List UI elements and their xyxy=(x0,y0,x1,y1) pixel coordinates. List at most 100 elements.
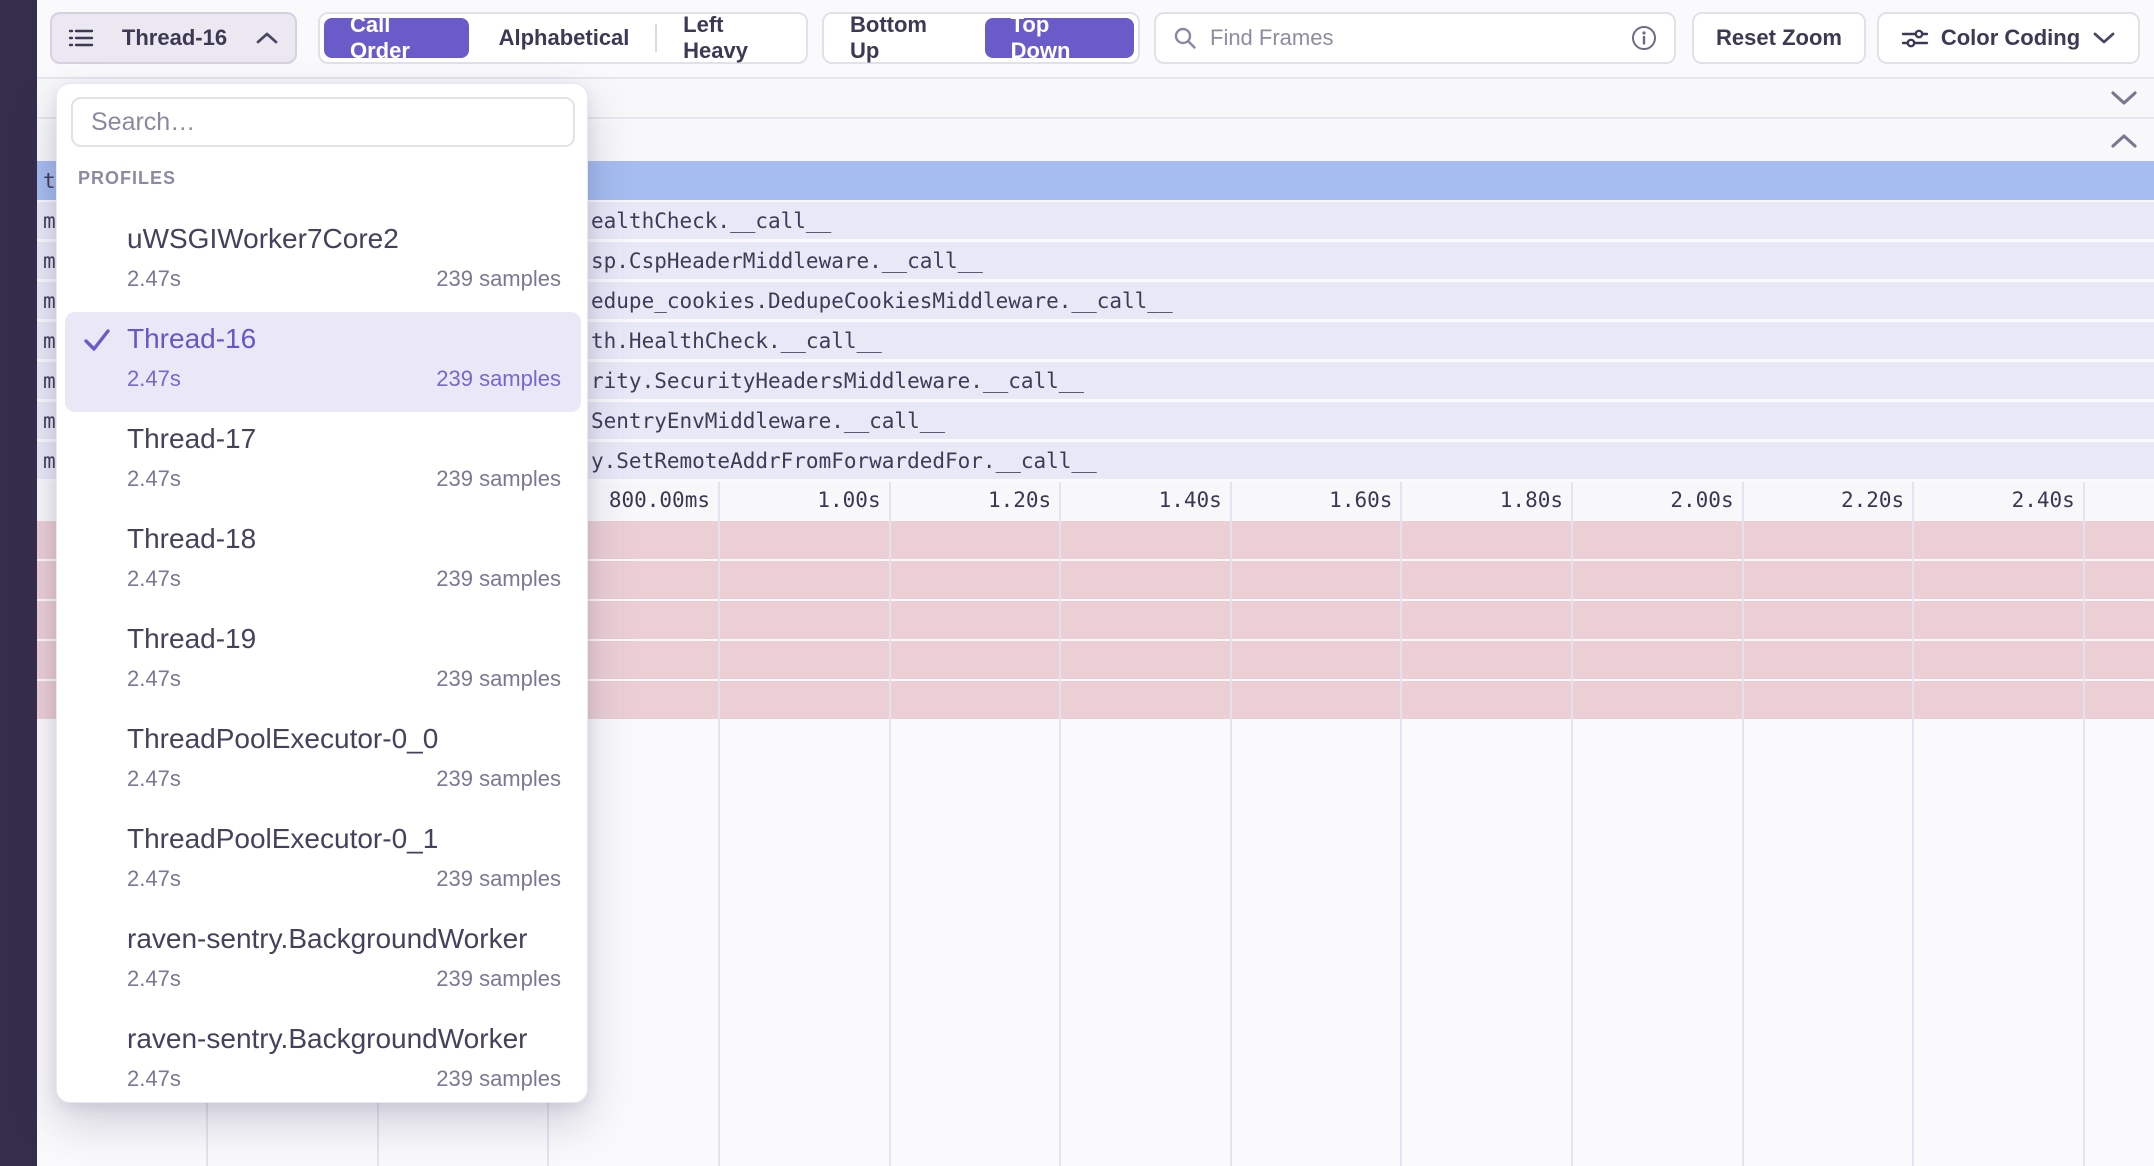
dropdown-search-input[interactable] xyxy=(91,108,555,137)
profile-duration: 2.47s xyxy=(127,366,181,392)
bottom-up-button[interactable]: Bottom Up xyxy=(824,14,981,62)
frame-text-fragment: t xyxy=(43,169,56,193)
gridline xyxy=(1059,482,1061,1166)
frame-text-fragment: m xyxy=(43,449,56,473)
axis-tick-label: 2.40s xyxy=(1915,488,2075,512)
profile-samples: 239 samples xyxy=(436,1066,561,1092)
sort-alphabetical-button[interactable]: Alphabetical xyxy=(473,14,656,62)
chevron-up-icon xyxy=(255,31,279,45)
frame-text-fragment: m xyxy=(43,249,56,273)
profile-item[interactable]: Thread-18 2.47s 239 samples xyxy=(65,512,581,612)
profile-duration: 2.47s xyxy=(127,466,181,492)
profile-name: Thread-18 xyxy=(127,522,561,556)
color-coding-label: Color Coding xyxy=(1941,25,2080,51)
direction-mode-group: Bottom Up Top Down xyxy=(822,12,1140,64)
axis-tick-label: 1.80s xyxy=(1403,488,1563,512)
profile-name: Thread-17 xyxy=(127,422,561,456)
frame-function-label: edupe_cookies.DedupeCookiesMiddleware.__… xyxy=(591,289,1173,313)
chevron-down-icon xyxy=(2092,31,2116,45)
profile-item[interactable]: raven-sentry.BackgroundWorker 2.47s 239 sa… xyxy=(65,912,581,1012)
top-down-button[interactable]: Top Down xyxy=(985,18,1134,58)
top-down-label: Top Down xyxy=(1011,12,1108,64)
chevron-up-icon[interactable] xyxy=(2110,133,2138,149)
profile-item[interactable]: Thread-19 2.47s 239 samples xyxy=(65,612,581,712)
reset-zoom-button[interactable]: Reset Zoom xyxy=(1692,12,1866,64)
profile-item[interactable]: raven-sentry.BackgroundWorker 2.47s 239 sa… xyxy=(65,1012,581,1112)
gridline xyxy=(1400,482,1402,1166)
search-icon xyxy=(1172,25,1198,51)
list-icon xyxy=(68,26,94,50)
checkmark-icon xyxy=(81,324,113,356)
gridline xyxy=(889,482,891,1166)
profile-name: raven-sentry.BackgroundWorker xyxy=(127,1022,561,1056)
gridline xyxy=(1742,482,1744,1166)
sort-call-order-button[interactable]: Call Order xyxy=(324,18,469,58)
axis-tick-label: 2.00s xyxy=(1574,488,1734,512)
profile-samples: 239 samples xyxy=(436,366,561,392)
frame-function-label: th.HealthCheck.__call__ xyxy=(591,329,882,353)
gridline xyxy=(2083,482,2085,1166)
frame-function-label: rity.SecurityHeadersMiddleware.__call__ xyxy=(591,369,1084,393)
bottom-up-label: Bottom Up xyxy=(850,12,955,64)
profile-name: raven-sentry.BackgroundWorker xyxy=(127,922,561,956)
profile-item[interactable]: ThreadPoolExecutor-0_1 2.47s 239 samples xyxy=(65,812,581,912)
frame-text-fragment: m xyxy=(43,209,56,233)
profile-duration: 2.47s xyxy=(127,866,181,892)
profile-duration: 2.47s xyxy=(127,266,181,292)
profile-samples: 239 samples xyxy=(436,666,561,692)
profile-duration: 2.47s xyxy=(127,766,181,792)
find-frames-input[interactable] xyxy=(1210,25,1630,51)
axis-tick-label: 1.20s xyxy=(891,488,1051,512)
profile-samples: 239 samples xyxy=(436,266,561,292)
info-icon[interactable] xyxy=(1630,24,1658,52)
dropdown-search-field[interactable] xyxy=(71,97,575,147)
gridline xyxy=(1571,482,1573,1166)
sort-alphabetical-label: Alphabetical xyxy=(499,25,630,51)
profile-duration: 2.47s xyxy=(127,966,181,992)
axis-tick-label: 1.60s xyxy=(1232,488,1392,512)
sort-call-order-label: Call Order xyxy=(350,12,443,64)
frame-function-label: SentryEnvMiddleware.__call__ xyxy=(591,409,945,433)
thread-selector-label: Thread-16 xyxy=(122,25,227,51)
reset-zoom-label: Reset Zoom xyxy=(1716,25,1842,51)
frame-function-label: ealthCheck.__call__ xyxy=(591,209,831,233)
profile-item[interactable]: Thread-17 2.47s 239 samples xyxy=(65,412,581,512)
thread-selector-button[interactable]: Thread-16 xyxy=(50,12,297,64)
find-frames-searchbox[interactable] xyxy=(1154,12,1676,64)
sliders-icon xyxy=(1901,26,1929,50)
toolbar: Thread-16 Call Order Alphabetical Left H… xyxy=(37,0,2154,76)
color-coding-button[interactable]: Color Coding xyxy=(1877,12,2140,64)
profile-item[interactable]: uWSGIWorker7Core2 2.47s 239 samples xyxy=(65,212,581,312)
frame-function-label: y.SetRemoteAddrFromForwardedFor.__call__ xyxy=(591,449,1097,473)
app-sidebar xyxy=(0,0,37,1166)
frame-function-label: sp.CspHeaderMiddleware.__call__ xyxy=(591,249,983,273)
profile-name: Thread-19 xyxy=(127,622,561,656)
profile-samples: 239 samples xyxy=(436,466,561,492)
gridline xyxy=(718,482,720,1166)
gridline xyxy=(1912,482,1914,1166)
profile-item[interactable]: ThreadPoolExecutor-0_0 2.47s 239 samples xyxy=(65,712,581,812)
profile-name: uWSGIWorker7Core2 xyxy=(127,222,561,256)
chevron-down-icon[interactable] xyxy=(2110,90,2138,106)
profile-samples: 239 samples xyxy=(436,566,561,592)
frame-text-fragment: m xyxy=(43,409,56,433)
frame-text-fragment: m xyxy=(43,369,56,393)
profile-samples: 239 samples xyxy=(436,966,561,992)
profile-item[interactable]: Thread-162.47s239 samples xyxy=(65,312,581,412)
sort-mode-group: Call Order Alphabetical Left Heavy xyxy=(318,12,808,64)
axis-tick-label: 1.00s xyxy=(721,488,881,512)
profile-duration: 2.47s xyxy=(127,566,181,592)
sort-left-heavy-button[interactable]: Left Heavy xyxy=(657,14,806,62)
sort-left-heavy-label: Left Heavy xyxy=(683,12,780,64)
profile-duration: 2.47s xyxy=(127,666,181,692)
profile-name: ThreadPoolExecutor-0_1 xyxy=(127,822,561,856)
profile-name: ThreadPoolExecutor-0_0 xyxy=(127,722,561,756)
thread-dropdown: PROFILES uWSGIWorker7Core22.47s239 sampl… xyxy=(56,83,588,1103)
profile-duration: 2.47s xyxy=(127,1066,181,1092)
axis-tick-label: 1.40s xyxy=(1062,488,1222,512)
gridline xyxy=(1230,482,1232,1166)
profile-samples: 239 samples xyxy=(436,766,561,792)
frame-text-fragment: m xyxy=(43,329,56,353)
profile-samples: 239 samples xyxy=(436,866,561,892)
axis-tick-label: 2.20s xyxy=(1744,488,1904,512)
